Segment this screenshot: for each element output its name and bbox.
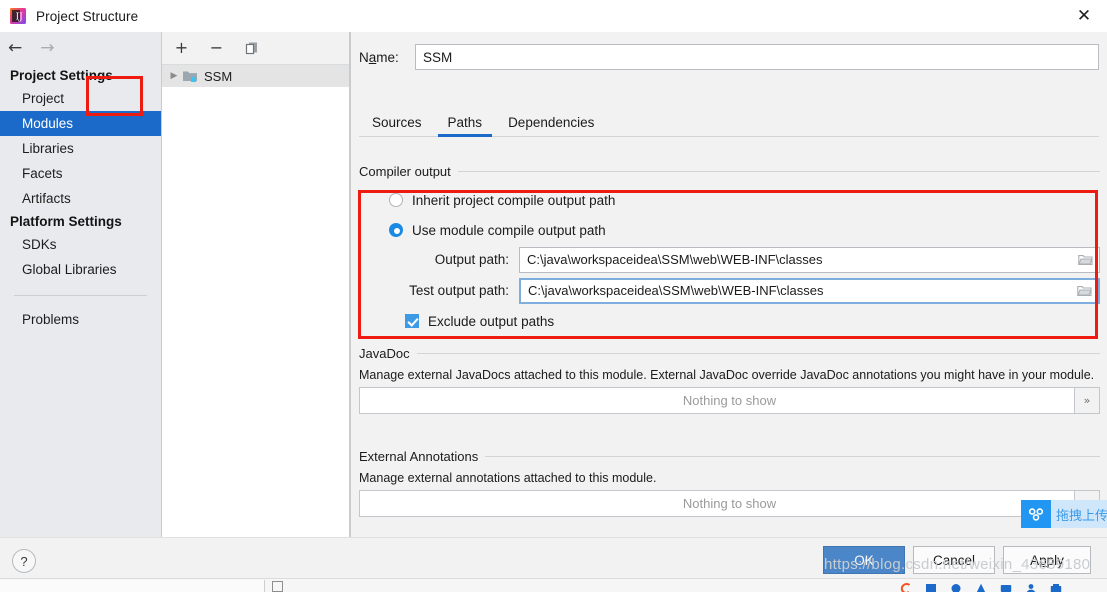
use-module-output-label: Use module compile output path [412,222,606,238]
tree-row[interactable]: ▶ SSM [162,65,349,87]
ok-button[interactable]: OK [823,546,905,574]
test-output-path-row: Test output path: C:\java\workspaceidea\… [359,277,1100,304]
baidu-netdisk-label: 拖拽上传 [1051,500,1107,528]
cancel-button[interactable]: Cancel [913,546,995,574]
baidu-netdisk-widget[interactable]: 拖拽上传 [1021,500,1107,528]
javadoc-group: JavaDoc Manage external JavaDocs attache… [359,344,1100,414]
inherit-output-label: Inherit project compile output path [412,192,616,208]
javadoc-empty-text: Nothing to show [682,393,777,408]
app-icon-blue-3[interactable] [975,581,987,592]
module-folder-icon [182,69,199,83]
external-annotations-description: Manage external annotations attached to … [359,471,657,485]
javadoc-header: JavaDoc [359,344,1100,362]
external-annotations-list[interactable]: Nothing to show » [359,490,1100,517]
help-button[interactable]: ? [12,549,36,573]
test-output-path-value: C:\java\workspaceidea\SSM\web\WEB-INF\cl… [528,283,824,298]
sidebar-item-libraries[interactable]: Libraries [0,136,161,161]
app-icon-blue-6[interactable] [1050,581,1062,592]
app-icon-blue-5[interactable] [1025,581,1037,592]
sidebar-item-problems[interactable]: Problems [0,307,161,332]
javadoc-title: JavaDoc [359,345,410,361]
svg-text:IJ: IJ [16,13,24,23]
test-output-path-browse-button[interactable] [1070,280,1098,302]
inherit-output-row[interactable]: Inherit project compile output path [359,188,1100,212]
tab-paths[interactable]: Paths [435,113,496,137]
javadoc-list[interactable]: Nothing to show » [359,387,1100,414]
sidebar-divider [14,295,147,296]
project-structure-dialog: IJ Project Structure ✕ ← → Project Setti… [0,0,1107,592]
group-divider [485,455,1100,457]
external-annotations-title: External Annotations [359,448,479,464]
module-name-label: Name: [359,49,399,65]
add-module-button[interactable]: + [172,39,191,58]
tree-item-label: SSM [204,68,233,84]
external-annotations-empty-text: Nothing to show [682,496,777,511]
expand-arrow-icon[interactable]: ▶ [166,71,182,81]
external-annotations-group: External Annotations Manage external ann… [359,447,1100,517]
exclude-output-paths-row[interactable]: Exclude output paths [359,309,1100,333]
exclude-output-paths-label: Exclude output paths [428,313,555,329]
apply-button[interactable]: Ap ply [1003,546,1091,574]
output-path-field[interactable]: C:\java\workspaceidea\SSM\web\WEB-INF\cl… [519,246,1100,273]
output-path-label: Output path: [434,252,509,267]
external-annotations-header: External Annotations [359,447,1100,465]
folder-icon [1077,254,1093,266]
module-tree-toolbar: + − [162,32,349,65]
app-icon-blue-2[interactable] [950,581,962,592]
dialog-body: ← → Project Settings Project Modules Lib… [0,32,1107,537]
javadoc-expand-button[interactable]: » [1074,387,1100,414]
app-icon-blue-4[interactable] [1000,581,1012,592]
sogou-browser-icon[interactable] [900,581,912,592]
sidebar-item-facets[interactable]: Facets [0,161,161,186]
title-bar: IJ Project Structure ✕ [0,0,1107,32]
tab-sources[interactable]: Sources [359,113,435,136]
module-name-row: Name: [359,44,1099,70]
sidebar-item-project[interactable]: Project [0,86,161,111]
group-divider [457,170,1100,172]
javadoc-description: Manage external JavaDocs attached to thi… [359,368,1095,382]
compiler-output-group: Compiler output Inherit project compile … [359,162,1100,333]
inherit-output-radio[interactable] [389,193,403,207]
module-tree-panel: + − ▶ SSM [162,32,350,537]
sidebar-group-project-settings: Project Settings [10,68,113,83]
forward-arrow-icon[interactable]: → [40,40,54,57]
tab-dependencies[interactable]: Dependencies [495,113,607,136]
intellij-idea-icon: IJ [9,7,27,25]
sidebar-group-platform-settings: Platform Settings [10,214,122,229]
output-path-row: Output path: C:\java\workspaceidea\SSM\w… [359,246,1100,273]
copy-module-button[interactable] [242,39,261,58]
window-title: Project Structure [36,8,139,24]
taskbar-window-tab[interactable] [0,580,265,592]
settings-sidebar: ← → Project Settings Project Modules Lib… [0,32,162,537]
output-path-browse-button[interactable] [1071,248,1099,272]
sidebar-item-global-libraries[interactable]: Global Libraries [0,257,161,282]
close-icon[interactable]: ✕ [1061,0,1107,32]
group-divider [416,352,1100,354]
sidebar-item-artifacts[interactable]: Artifacts [0,186,161,211]
module-settings-panel: Name: Sources Paths Dependencies Compile… [350,32,1107,537]
compiler-output-header: Compiler output [359,162,1100,180]
compiler-output-title: Compiler output [359,163,451,179]
output-path-value: C:\java\workspaceidea\SSM\web\WEB-INF\cl… [527,252,823,267]
nav-arrows: ← → [0,32,161,65]
app-icon-blue-1[interactable] [925,581,937,592]
remove-module-button[interactable]: − [207,39,226,58]
use-module-output-row[interactable]: Use module compile output path [359,218,1100,242]
taskbar-icons [900,579,1062,592]
taskbar-square-icon[interactable] [272,581,283,592]
taskbar-strip [0,578,1107,592]
back-arrow-icon[interactable]: ← [8,40,22,57]
use-module-output-radio[interactable] [389,223,403,237]
baidu-netdisk-icon [1021,500,1051,528]
exclude-output-paths-checkbox[interactable] [405,314,419,328]
module-name-input[interactable] [415,44,1099,70]
sidebar-item-sdks[interactable]: SDKs [0,232,161,257]
test-output-path-field[interactable]: C:\java\workspaceidea\SSM\web\WEB-INF\cl… [519,277,1100,304]
test-output-path-label: Test output path: [409,283,509,298]
folder-icon [1076,285,1092,297]
sidebar-item-modules[interactable]: Modules [0,111,161,136]
module-tabs: Sources Paths Dependencies [359,110,1099,137]
